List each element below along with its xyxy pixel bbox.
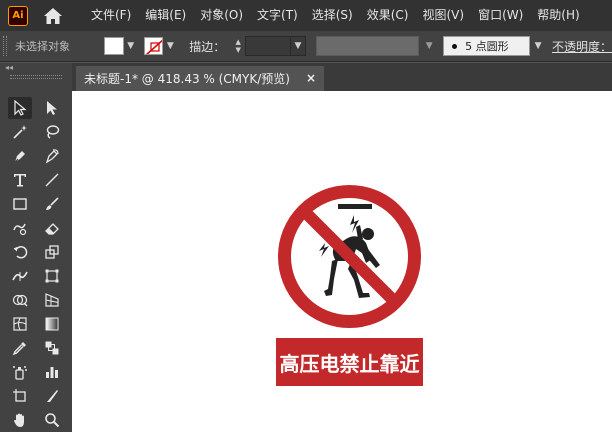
type-tool-icon[interactable] [8, 169, 32, 191]
curvature-tool-icon[interactable] [40, 145, 64, 167]
stroke-label[interactable]: 描边： [189, 38, 225, 55]
magic-wand-tool-icon[interactable] [8, 121, 32, 143]
menu-object[interactable]: 对象(O) [193, 0, 250, 31]
rectangle-tool-icon[interactable] [8, 193, 32, 215]
variable-width-dropdown-icon[interactable]: ▼ [421, 36, 437, 56]
tools-panel [0, 73, 72, 432]
stroke-dropdown-icon[interactable]: ▼ [163, 37, 177, 55]
line-segment-tool-icon[interactable] [40, 169, 64, 191]
brush-dropdown-icon[interactable]: ▼ [530, 36, 546, 56]
artboard-tool-icon[interactable] [8, 385, 32, 407]
fill-dropdown-icon[interactable]: ▼ [124, 37, 138, 55]
menu-type[interactable]: 文字(T) [250, 0, 305, 31]
stroke-weight-dropdown-icon[interactable]: ▼ [290, 36, 307, 56]
scale-tool-icon[interactable] [40, 241, 64, 263]
mesh-tool-icon[interactable] [8, 313, 32, 335]
menu-window[interactable]: 窗口(W) [471, 0, 530, 31]
blend-tool-icon[interactable] [40, 337, 64, 359]
menu-edit[interactable]: 编辑(E) [138, 0, 193, 31]
home-icon[interactable] [42, 5, 64, 27]
no-entry-high-voltage-sign-icon[interactable] [276, 183, 423, 330]
zoom-tool-icon[interactable] [40, 409, 64, 431]
pen-tool-icon[interactable] [8, 145, 32, 167]
document-tab-bar: 未标题-1* @ 418.43 % (CMYK/预览) × [72, 63, 612, 91]
tools-panel-grip[interactable] [10, 75, 62, 79]
menu-bar: Ai 文件(F) 编辑(E) 对象(O) 文字(T) 选择(S) 效果(C) 视… [0, 0, 612, 31]
document-tab-label: 未标题-1* @ 418.43 % (CMYK/预览) [84, 72, 290, 86]
menu-effect[interactable]: 效果(C) [360, 0, 416, 31]
free-transform-tool-icon[interactable] [40, 265, 64, 287]
hand-tool-icon[interactable] [8, 409, 32, 431]
menu-view[interactable]: 视图(V) [415, 0, 471, 31]
menu-select[interactable]: 选择(S) [305, 0, 360, 31]
document-tab[interactable]: 未标题-1* @ 418.43 % (CMYK/预览) × [76, 66, 324, 91]
lasso-tool-icon[interactable] [40, 121, 64, 143]
no-stroke-icon [145, 38, 163, 54]
slice-tool-icon[interactable] [40, 385, 64, 407]
shaper-tool-icon[interactable] [8, 217, 32, 239]
fill-color-swatch[interactable] [103, 37, 124, 55]
eyedropper-tool-icon[interactable] [8, 337, 32, 359]
width-tool-icon[interactable] [8, 265, 32, 287]
warning-label[interactable]: 高压电禁止靠近 [276, 338, 423, 386]
brush-dot-icon [452, 43, 458, 49]
paintbrush-tool-icon[interactable] [40, 193, 64, 215]
artboard-canvas[interactable]: 高压电禁止靠近 [72, 91, 612, 432]
selection-status: 未选择对象 [14, 40, 70, 53]
close-icon[interactable]: × [306, 71, 316, 85]
symbol-sprayer-tool-icon[interactable] [8, 361, 32, 383]
shape-builder-tool-icon[interactable] [8, 289, 32, 311]
brush-label: 5 点圆形 [465, 40, 509, 53]
control-bar: 未选择对象 ▼ ▼ 描边： ▲ ▼ ▼ ▼ 5 点圆形 ▼ 不透明度： [0, 31, 612, 62]
stroke-color-swatch[interactable] [143, 37, 164, 55]
selection-tool-icon[interactable] [8, 97, 32, 119]
eraser-tool-icon[interactable] [40, 217, 64, 239]
perspective-grid-tool-icon[interactable] [40, 289, 64, 311]
stroke-weight-spinner-icon[interactable]: ▲ ▼ [231, 36, 245, 56]
brush-definition[interactable]: 5 点圆形 [443, 36, 531, 56]
gradient-tool-icon[interactable] [40, 313, 64, 335]
stroke-weight-input[interactable] [245, 36, 291, 56]
menu-items: 文件(F) 编辑(E) 对象(O) 文字(T) 选择(S) 效果(C) 视图(V… [84, 0, 587, 31]
toolbar-collapse[interactable]: ◂◂ [0, 63, 72, 73]
direct-selection-tool-icon[interactable] [40, 97, 64, 119]
menu-file[interactable]: 文件(F) [84, 0, 138, 31]
variable-width-profile[interactable] [316, 36, 420, 56]
menu-help[interactable]: 帮助(H) [530, 0, 586, 31]
column-graph-tool-icon[interactable] [40, 361, 64, 383]
rotate-tool-icon[interactable] [8, 241, 32, 263]
control-bar-grip[interactable] [3, 36, 7, 56]
illustrator-logo: Ai [8, 5, 28, 26]
opacity-label[interactable]: 不透明度： [552, 38, 612, 55]
